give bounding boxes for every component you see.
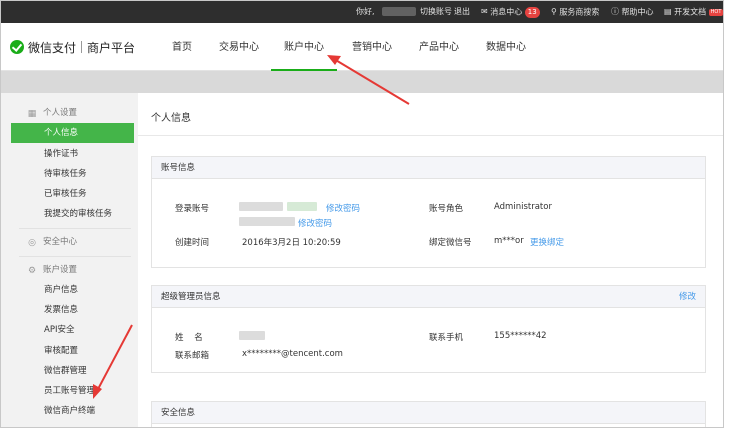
help-icon: ⓘ xyxy=(611,7,619,16)
security-info-card: 安全信息 xyxy=(151,401,706,427)
help-center-label: 帮助中心 xyxy=(621,7,654,17)
sidebar-item-review-config[interactable]: 审核配置 xyxy=(11,341,134,361)
edit-link[interactable]: 修改 xyxy=(679,286,696,308)
shield-icon: ◎ xyxy=(28,238,36,248)
platform-name: 商户平台 xyxy=(87,41,136,55)
username-blurred xyxy=(382,1,416,23)
service-search-label: 服务商搜索 xyxy=(559,7,600,17)
nav-home[interactable]: 首页 xyxy=(167,23,197,71)
gear-icon: ⚙ xyxy=(27,266,37,276)
message-center-label: 消息中心 xyxy=(490,7,523,17)
card-header: 安全信息 xyxy=(152,402,705,424)
sidebar-group-security[interactable]: ◎ 安全中心 xyxy=(11,232,134,252)
card-title: 账号信息 xyxy=(161,163,196,173)
sidebar-divider xyxy=(19,228,131,229)
card-title: 安全信息 xyxy=(161,408,196,418)
hot-badge: HOT xyxy=(708,8,723,16)
sidebar-divider xyxy=(19,256,131,257)
sidebar-item-reviewed[interactable]: 已审核任务 xyxy=(11,184,134,204)
mail-icon: ✉ xyxy=(481,7,488,16)
name-value-blurred xyxy=(239,331,265,340)
login-account-blurred xyxy=(239,202,283,211)
page-title: 个人信息 xyxy=(151,113,191,124)
message-count-badge: 13 xyxy=(524,6,540,18)
sidebar-item-merchant-terminal[interactable]: 微信商户终端 xyxy=(11,401,134,421)
account-role-label: 账号角色 xyxy=(429,204,464,214)
sidebar-item-merchant-info[interactable]: 商户信息 xyxy=(11,280,134,300)
help-center-link[interactable]: ⓘ 帮助中心 xyxy=(611,1,654,23)
nav-marketing-center[interactable]: 营销中心 xyxy=(346,23,398,71)
sidebar-item-wechat-group[interactable]: 微信群管理 xyxy=(11,361,134,381)
message-center-link[interactable]: ✉ 消息中心 13 xyxy=(481,1,540,23)
change-password-link[interactable]: 修改密码 xyxy=(326,202,360,214)
brand-name: 微信支付 xyxy=(28,41,77,55)
dev-docs-label: 开发文档 xyxy=(674,7,707,17)
created-time-value: 2016年3月2日 10:20:59 xyxy=(242,238,341,248)
grid-icon: ▦ xyxy=(27,109,37,119)
created-time-label: 创建时间 xyxy=(175,238,210,248)
card-header: 账号信息 xyxy=(152,157,705,179)
name-label: 姓 名 xyxy=(175,333,203,343)
email-label: 联系邮箱 xyxy=(175,351,210,361)
dev-docs-link[interactable]: ▤ 开发文档 HOT xyxy=(664,1,723,23)
login-account-label: 登录账号 xyxy=(175,204,210,214)
super-admin-card: 超级管理员信息 修改 姓 名 联系手机 155******42 联系邮箱 x***… xyxy=(151,285,706,373)
document-icon: ▤ xyxy=(664,7,672,16)
account-info-card: 账号信息 登录账号 修改密码 修改密码 账号角色 Administrator 创… xyxy=(151,156,706,268)
card-title: 超级管理员信息 xyxy=(161,292,221,302)
sidebar-item-staff-accounts[interactable]: 员工账号管理 xyxy=(11,381,134,401)
sidebar-item-api-security[interactable]: API安全 xyxy=(11,320,134,340)
bound-wechat-value: m***or xyxy=(494,236,524,246)
phone-value: 155******42 xyxy=(494,331,547,341)
sidebar-group-label: 安全中心 xyxy=(43,237,78,247)
app-window: 你好, 切换账号 退出 ✉ 消息中心 13 ⚲ 服务商搜索 ⓘ 帮助中心 ▤ 开… xyxy=(0,0,724,428)
search-icon: ⚲ xyxy=(551,7,557,16)
sidebar-group-label: 账户设置 xyxy=(43,265,78,275)
sidebar-item-personal-info[interactable]: 个人信息 xyxy=(11,123,134,143)
bound-wechat-label: 绑定微信号 xyxy=(429,238,472,248)
nav-product-center[interactable]: 产品中心 xyxy=(413,23,465,71)
main-nav: 微信支付 商户平台 首页 交易中心 账户中心 营销中心 产品中心 数据中心 xyxy=(1,23,723,71)
account-role-value: Administrator xyxy=(494,202,552,212)
change-password-link-2[interactable]: 修改密码 xyxy=(298,217,332,229)
sidebar-group-label: 个人设置 xyxy=(43,108,78,118)
sidebar-item-my-submitted[interactable]: 我提交的审核任务 xyxy=(11,204,134,224)
sidebar-item-invoice-info[interactable]: 发票信息 xyxy=(11,300,134,320)
card-header: 超级管理员信息 修改 xyxy=(152,286,705,308)
top-bar: 你好, 切换账号 退出 ✉ 消息中心 13 ⚲ 服务商搜索 ⓘ 帮助中心 ▤ 开… xyxy=(1,1,723,23)
switch-account-link[interactable]: 切换账号 xyxy=(420,1,452,23)
sub-header-strip xyxy=(1,71,723,93)
rebind-wechat-link[interactable]: 更换绑定 xyxy=(530,236,564,248)
nav-account-center[interactable]: 账户中心 xyxy=(271,23,337,71)
email-value: x********@tencent.com xyxy=(242,349,343,359)
sidebar-group-account-settings: ⚙ 账户设置 xyxy=(11,260,134,280)
service-search-link[interactable]: ⚲ 服务商搜索 xyxy=(551,1,599,23)
brand-logo[interactable]: 微信支付 商户平台 xyxy=(10,40,135,56)
sidebar: ▦ 个人设置 个人信息 操作证书 待审核任务 已审核任务 我提交的审核任务 ◎ 安全… xyxy=(1,93,141,427)
wechat-pay-logo-icon xyxy=(10,40,24,54)
phone-label: 联系手机 xyxy=(429,333,464,343)
nav-data-center[interactable]: 数据中心 xyxy=(480,23,532,71)
main-content: 个人信息 账号信息 登录账号 修改密码 修改密码 账号角色 Administra… xyxy=(138,93,723,427)
sidebar-group-personal: ▦ 个人设置 xyxy=(11,103,134,123)
greeting: 你好, xyxy=(356,7,375,16)
sidebar-item-pending-review[interactable]: 待审核任务 xyxy=(11,164,134,184)
sidebar-item-certificate[interactable]: 操作证书 xyxy=(11,144,134,164)
logout-link[interactable]: 退出 xyxy=(454,1,470,23)
nav-trade-center[interactable]: 交易中心 xyxy=(215,23,263,71)
